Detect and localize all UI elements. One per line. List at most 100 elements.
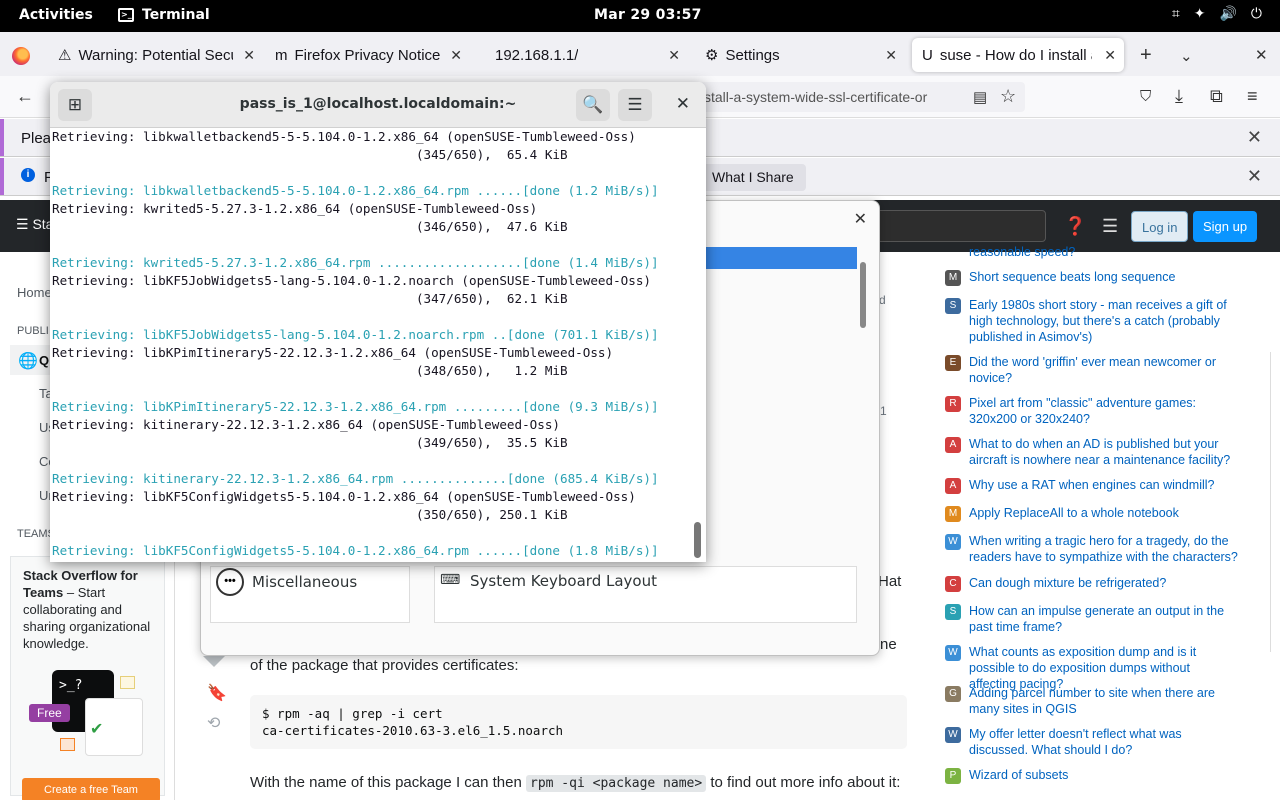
hot-question-title[interactable]: Did the word 'griffin' ever mean newcome… [969, 354, 1240, 386]
hot-question-item[interactable]: M Short sequence beats long sequence [945, 269, 1240, 286]
tab-title: Settings [725, 46, 780, 64]
hot-question-item[interactable]: S Early 1980s short story - man receives … [945, 297, 1240, 345]
hot-question-title[interactable]: What to do when an AD is published but y… [969, 436, 1240, 468]
hot-question-title[interactable]: How can an impulse generate an output in… [969, 603, 1240, 635]
hot-question-item[interactable]: reasonable speed? [945, 244, 1240, 261]
hot-question-title[interactable]: Early 1980s short story - man receives a… [969, 297, 1240, 345]
system-tray[interactable]: ⌗ ✦ 🔊 ⏻ [1172, 6, 1262, 22]
site-icon: G [945, 686, 961, 702]
network-icon[interactable]: ⌗ [1172, 6, 1180, 22]
hot-question-title[interactable]: Why use a RAT when engines can windmill? [969, 477, 1240, 494]
close-tab-icon[interactable]: ✕ [450, 47, 462, 64]
close-window-icon[interactable]: ✕ [1255, 46, 1268, 64]
hot-question-item[interactable]: E Did the word 'griffin' ever mean newcom… [945, 354, 1240, 386]
terminal-window[interactable]: ⊞ pass_is_1@localhost.localdomain:~ 🔍 ☰ … [50, 82, 706, 562]
close-icon[interactable]: ✕ [676, 94, 690, 114]
terminal-scrollbar[interactable] [694, 522, 701, 558]
hot-question-item[interactable]: W When writing a tragic hero for a traged… [945, 533, 1240, 565]
speech-bubble-icon [120, 676, 135, 689]
volume-icon[interactable]: 🔊 [1219, 6, 1236, 22]
firefox-logo-icon[interactable] [12, 47, 30, 65]
hot-question-item[interactable]: G Adding parcel number to site when there… [945, 685, 1240, 717]
search-input[interactable] [870, 210, 1046, 242]
menu-icon[interactable]: ☰ [618, 89, 652, 121]
close-tab-icon[interactable]: ✕ [243, 47, 255, 64]
pocket-icon[interactable]: ⛉ [1140, 88, 1151, 105]
hot-question-item[interactable]: A What to do when an AD is published but … [945, 436, 1240, 468]
search-icon[interactable]: 🔍 [576, 89, 610, 121]
activities-button[interactable]: Activities [19, 7, 93, 23]
settings-selected-row[interactable] [705, 247, 857, 269]
more-options-icon: ••• [216, 568, 244, 596]
terminal-line: Retrieving: kwrited5-5.27.3-1.2.x86_64.r… [52, 255, 659, 270]
terminal-header-bar[interactable]: ⊞ pass_is_1@localhost.localdomain:~ 🔍 ☰ … [50, 82, 706, 128]
close-tab-icon[interactable]: ✕ [885, 47, 897, 64]
hot-question-title[interactable]: My offer letter doesn't reflect what was… [969, 726, 1240, 758]
bookmark-icon[interactable]: 🔖 [207, 683, 227, 703]
browser-tab[interactable]: Ususe - How do I install a ✕ [912, 38, 1124, 72]
hot-question-title[interactable]: Short sequence beats long sequence [969, 269, 1240, 286]
create-team-button[interactable]: Create a free Team [22, 778, 160, 800]
clock[interactable]: Mar 29 03:57 [594, 7, 702, 23]
notification-text: Plea [21, 130, 52, 147]
hamburger-menu-icon[interactable]: ☰ Sta [16, 216, 53, 233]
hot-question-title[interactable]: reasonable speed? [969, 244, 1240, 261]
browser-tab[interactable]: ⚙ Settings ✕ [695, 38, 905, 72]
terminal-line: (349/650), 35.5 KiB [52, 435, 568, 450]
teams-promo-text: Stack Overflow for Teams – Start collabo… [23, 568, 151, 651]
site-switcher-icon[interactable]: ☰ [1102, 216, 1118, 237]
hot-question-item[interactable]: C Can dough mixture be refrigerated? [945, 575, 1240, 592]
site-icon: S [945, 298, 961, 314]
accessibility-icon[interactable]: ✦ [1194, 6, 1206, 22]
browser-tab[interactable]: m Firefox Privacy Notice — ✕ [265, 38, 470, 72]
terminal-line: Retrieving: kwrited5-5.27.3-1.2.x86_64 (… [52, 201, 538, 216]
browser-tab[interactable]: ⚠ Warning: Potential Secu ✕ [48, 38, 263, 72]
power-icon[interactable]: ⏻ [1251, 6, 1262, 22]
browser-tab[interactable]: 192.168.1.1/ ✕ [478, 38, 688, 72]
hot-question-item[interactable]: M Apply ReplaceAll to a whole notebook [945, 505, 1240, 522]
hot-question-item[interactable]: W My offer letter doesn't reflect what wa… [945, 726, 1240, 758]
app-menu[interactable]: >_ Terminal [118, 7, 210, 23]
hot-question-item[interactable]: P Wizard of subsets [945, 767, 1240, 784]
extensions-icon[interactable]: ⧉ [1210, 86, 1223, 107]
hot-question-title[interactable]: Apply ReplaceAll to a whole notebook [969, 505, 1240, 522]
hot-question-item[interactable]: S How can an impulse generate an output i… [945, 603, 1240, 635]
back-arrow-icon[interactable]: ← [16, 86, 34, 107]
hot-question-title[interactable]: Adding parcel number to site when there … [969, 685, 1240, 717]
downvote-icon[interactable] [203, 656, 225, 667]
terminal-output[interactable]: Retrieving: libkwalletbackend5-5-5.104.0… [52, 128, 692, 562]
list-tabs-chevron-icon[interactable]: ⌄ [1180, 47, 1193, 65]
login-button[interactable]: Log in [1131, 211, 1189, 242]
site-icon: S [945, 604, 961, 620]
close-icon[interactable]: ✕ [854, 209, 867, 229]
hot-question-title[interactable]: Can dough mixture be refrigerated? [969, 575, 1240, 592]
hot-question-item[interactable]: R Pixel art from "classic" adventure game… [945, 395, 1240, 427]
site-icon: C [945, 576, 961, 592]
close-tab-icon[interactable]: ✕ [1104, 47, 1116, 64]
code-block: $ rpm -aq | grep -i cert ca-certificates… [250, 695, 907, 749]
bookmark-star-icon[interactable]: ☆ [1000, 86, 1016, 107]
what-i-share-button[interactable]: What I Share [700, 164, 806, 191]
hot-question-title[interactable]: When writing a tragic hero for a tragedy… [969, 533, 1240, 565]
history-icon[interactable]: ⟲ [207, 713, 220, 733]
hot-question-title[interactable]: Pixel art from "classic" adventure games… [969, 395, 1240, 427]
close-icon[interactable]: ✕ [1247, 166, 1262, 187]
settings-scrollbar[interactable] [860, 262, 866, 328]
reader-view-icon[interactable]: ▤ [973, 88, 987, 106]
new-tab-icon[interactable]: + [1140, 44, 1152, 67]
text-fragment: 1 [880, 404, 887, 418]
tab-title: suse - How do I install a [939, 46, 1092, 64]
close-tab-icon[interactable]: ✕ [668, 47, 680, 64]
signup-button[interactable]: Sign up [1193, 211, 1258, 242]
site-icon: E [945, 355, 961, 371]
hot-question-item[interactable]: A Why use a RAT when engines can windmill… [945, 477, 1240, 494]
sidebar-item-home[interactable]: Home [17, 285, 52, 300]
downloads-icon[interactable]: ⤓ [1175, 86, 1183, 107]
hot-question-title[interactable]: Wizard of subsets [969, 767, 1240, 784]
help-icon[interactable]: ❓ [1064, 216, 1086, 237]
app-menu-icon[interactable]: ≡ [1247, 86, 1258, 107]
close-icon[interactable]: ✕ [1247, 127, 1262, 148]
